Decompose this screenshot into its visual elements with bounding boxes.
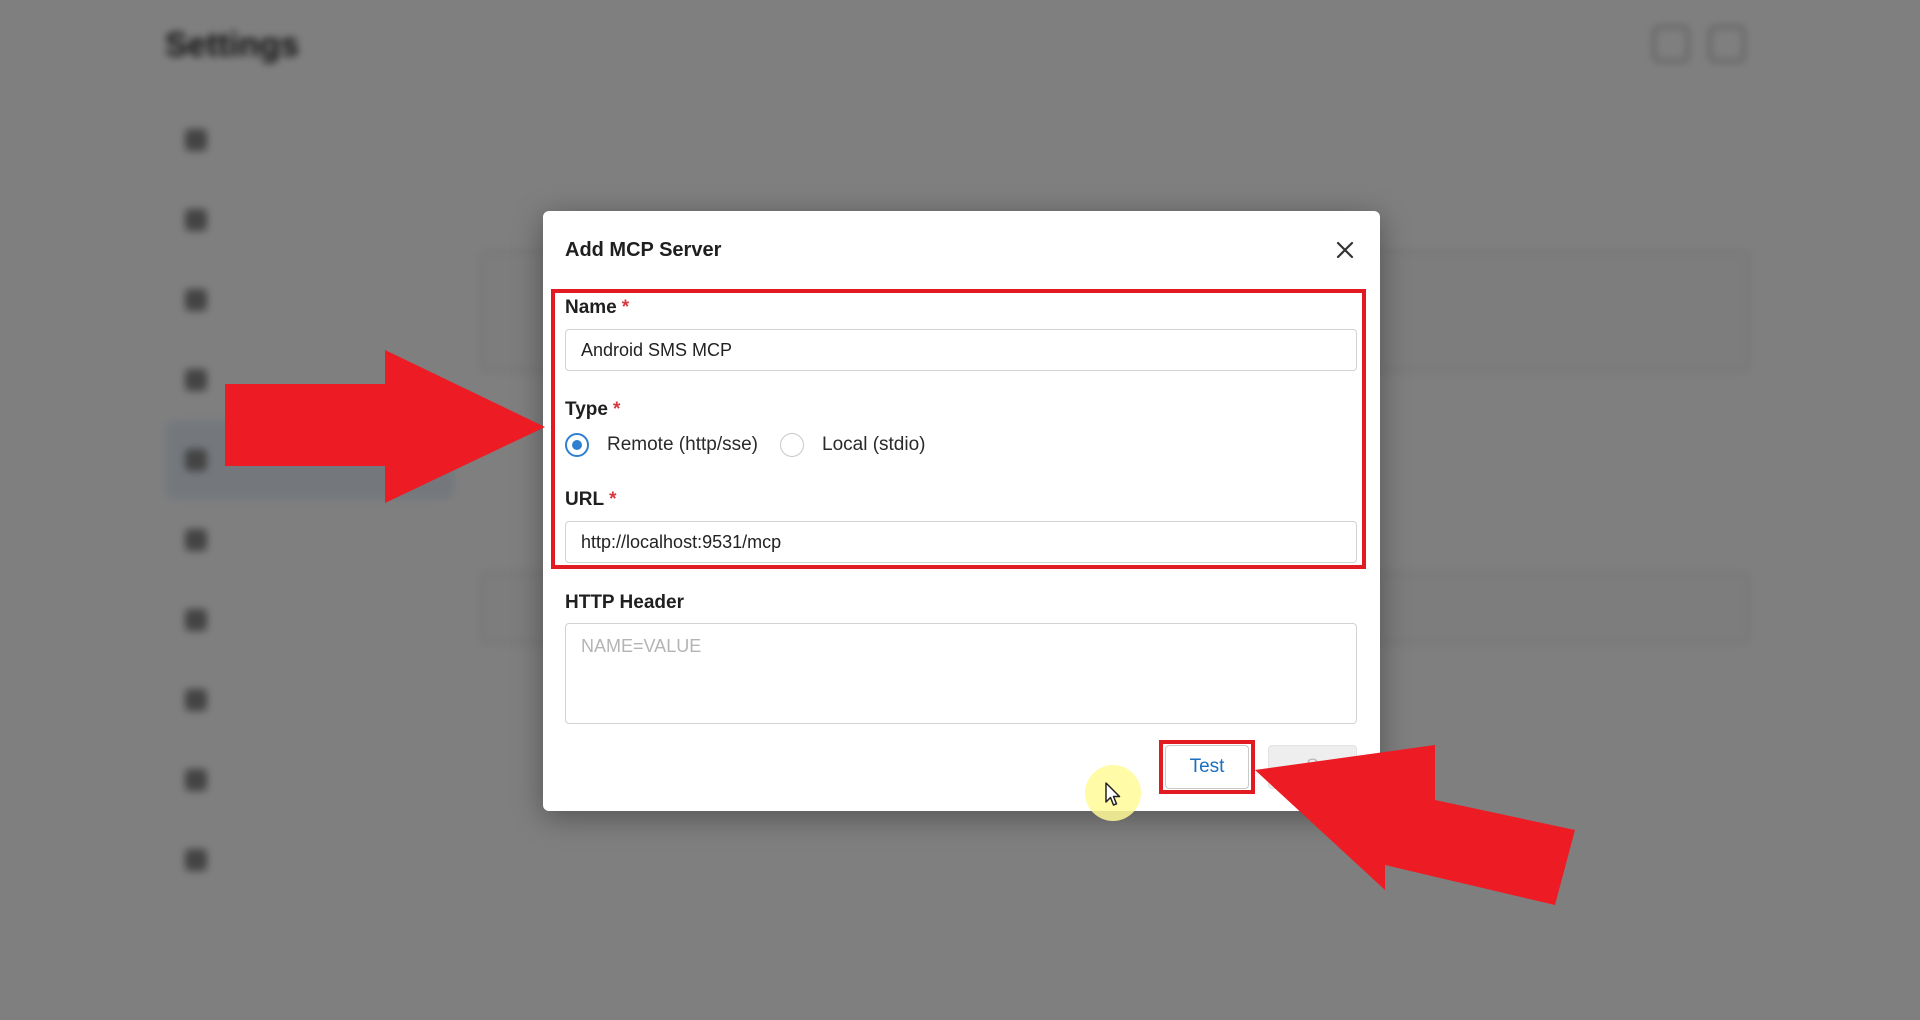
- page: Settings Add MCP Server: [0, 0, 1920, 1020]
- required-mark: *: [612, 399, 621, 420]
- radio-checked-icon[interactable]: [565, 433, 589, 457]
- close-button[interactable]: [1332, 237, 1358, 263]
- type-option-local-label: Local (stdio): [822, 434, 926, 455]
- name-input[interactable]: [565, 329, 1357, 371]
- save-button[interactable]: S: [1268, 745, 1357, 789]
- test-button[interactable]: Test: [1165, 745, 1249, 789]
- type-option-remote-label: Remote (http/sse): [607, 434, 758, 455]
- type-option-local[interactable]: Local (stdio): [780, 433, 926, 457]
- name-label: Name *: [565, 297, 629, 319]
- name-label-text: Name: [565, 297, 617, 318]
- type-label: Type *: [565, 399, 620, 421]
- required-mark: *: [609, 489, 617, 510]
- http-header-input[interactable]: [565, 623, 1357, 724]
- type-radio-group: Remote (http/sse) Local (stdio): [565, 433, 948, 457]
- url-label: URL *: [565, 489, 616, 511]
- type-label-text: Type: [565, 399, 608, 420]
- url-input[interactable]: [565, 521, 1357, 563]
- add-mcp-server-dialog: Add MCP Server Name* Type* Remote (http/…: [543, 211, 1380, 811]
- http-header-label: HTTP Header: [565, 592, 684, 613]
- close-icon: [1336, 241, 1354, 259]
- radio-unchecked-icon[interactable]: [780, 433, 804, 457]
- url-label-text: URL: [565, 489, 605, 510]
- type-option-remote[interactable]: Remote (http/sse): [565, 433, 758, 457]
- dialog-title: Add MCP Server: [565, 239, 722, 261]
- required-mark: *: [621, 297, 630, 318]
